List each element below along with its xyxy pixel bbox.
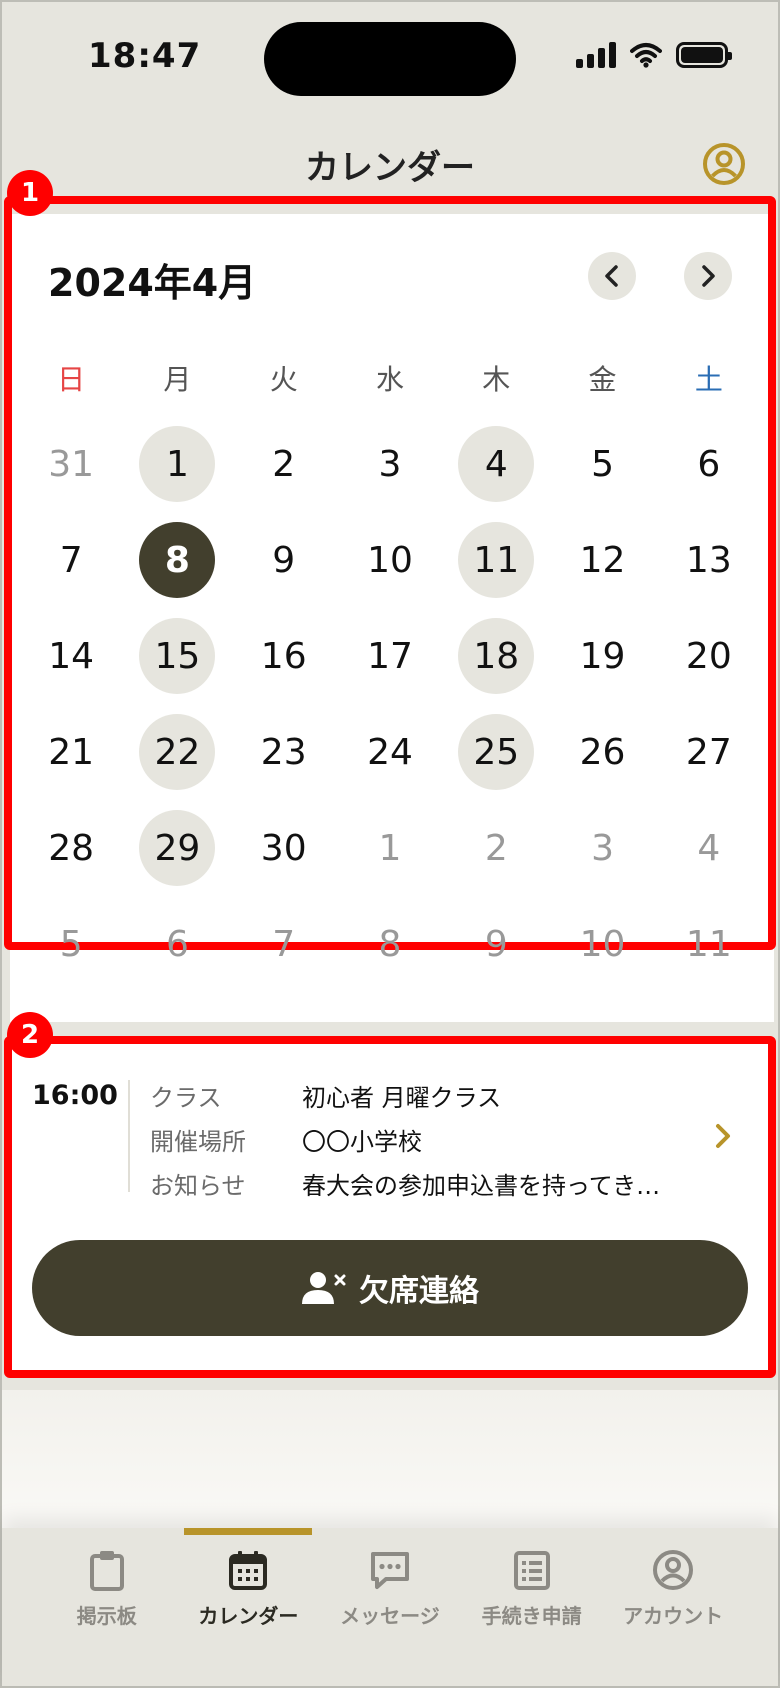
calendar-day-number: 28 [48,827,95,869]
calendar-day-number: 30 [260,827,307,869]
calendar-day-number: 13 [685,539,732,581]
calendar-day-number: 3 [378,443,402,485]
marker-badge: 1 [7,170,53,216]
calendar-day-number: 31 [48,443,95,485]
tab-label: カレンダー [198,1604,299,1628]
tab-calendar[interactable]: カレンダー [180,1528,316,1686]
calendar-day-number: 4 [484,443,508,485]
bottom-tab-bar: 掲示板 カレンダー メッセージ 手続き申請 アカウント [2,1528,778,1686]
battery-icon [676,42,732,68]
message-icon [370,1552,409,1589]
calendar-day-number: 17 [367,635,413,677]
tab-bulletin-board[interactable]: 掲示板 [39,1528,175,1686]
calendar-day-number: 1 [165,443,189,485]
calendar-day-number: 5 [591,443,614,485]
calendar-day-number: 3 [591,827,614,869]
calendar-day-number: 10 [579,923,626,965]
tab-account[interactable]: アカウント [605,1528,741,1686]
form-list-icon [513,1551,550,1590]
calendar-day-number: 12 [579,539,626,581]
calendar-day-number: 9 [484,923,508,965]
calendar-day-number: 4 [697,827,721,869]
calendar-day-number: 23 [260,731,307,773]
calendar-day-number: 9 [272,539,296,581]
content-blank-area [2,1390,778,1528]
calendar-day-number: 8 [164,539,190,581]
tab-applications[interactable]: 手続き申請 [464,1528,600,1686]
signal-icon [576,42,616,68]
page-title: カレンダー [305,148,475,188]
calendar-day-number: 7 [59,539,83,581]
calendar-day-number: 21 [48,731,95,773]
calendar-day-number: 11 [685,923,732,965]
calendar-day-number: 26 [579,731,626,773]
status-time: 18:47 [88,36,202,76]
calendar-day-number: 7 [272,923,296,965]
calendar-icon [229,1551,268,1590]
calendar-day-number: 11 [473,539,520,581]
tab-messages[interactable]: メッセージ [322,1528,458,1686]
tab-label: 手続き申請 [481,1604,582,1628]
calendar-day-number: 24 [367,731,413,773]
status-icons [576,42,732,68]
highlight-box-event [4,1036,776,1378]
calendar-day-number: 22 [154,731,201,773]
tab-label: アカウント [623,1604,724,1628]
tab-label: メッセージ [340,1604,440,1628]
calendar-day-number: 20 [685,635,732,677]
account-button[interactable] [702,142,746,186]
calendar-day-number: 14 [48,635,95,677]
wifi-icon [630,43,662,68]
calendar-day-number: 6 [697,443,721,485]
calendar-day-number: 16 [260,635,307,677]
calendar-day-number: 8 [378,923,402,965]
calendar-day-number: 10 [367,539,413,581]
account-icon [653,1550,694,1590]
calendar-day-number: 18 [473,635,520,677]
dynamic-island [264,22,516,96]
calendar-day-number: 27 [685,731,732,773]
calendar-day-number: 2 [272,443,296,485]
tab-label: 掲示板 [76,1604,137,1628]
clipboard-icon [89,1551,124,1591]
calendar-day-number: 2 [484,827,508,869]
calendar-day-number: 15 [154,635,201,677]
account-icon [703,143,745,185]
calendar-day-number: 29 [154,827,201,869]
calendar-day-number: 25 [473,731,520,773]
calendar-day-number: 5 [59,923,83,965]
calendar-day-number: 19 [579,635,626,677]
calendar-day-number: 1 [378,827,402,869]
calendar-day-number: 6 [165,923,189,965]
marker-badge: 2 [7,1012,53,1058]
